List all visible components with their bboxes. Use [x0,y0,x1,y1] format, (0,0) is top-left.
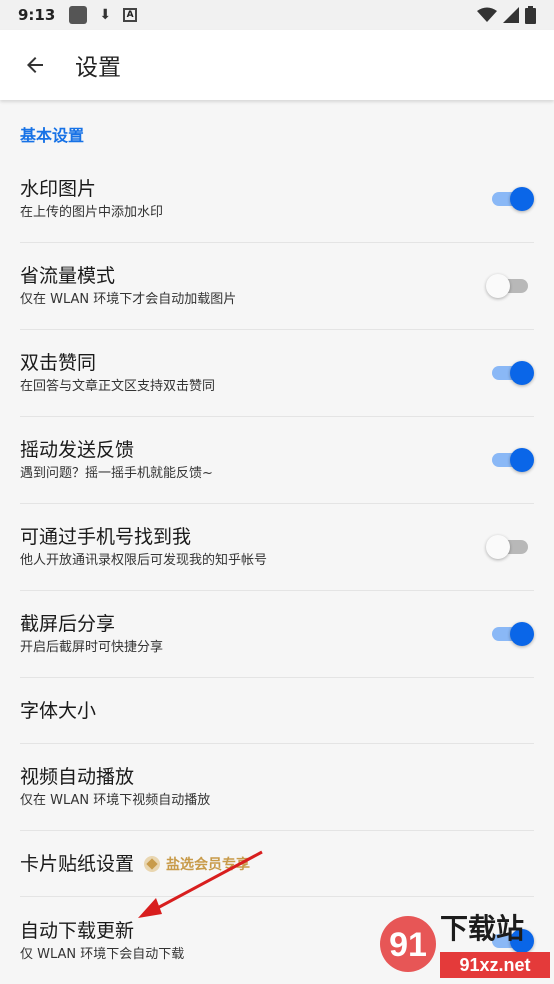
setting-card-sticker[interactable]: 卡片贴纸设置 盐选会员专享 [20,831,534,897]
setting-title: 可通过手机号找到我 [20,526,192,548]
wifi-icon [477,7,497,22]
section-header-basic: 基本设置 [20,126,85,145]
setting-shake-feedback[interactable]: 摇动发送反馈 遇到问题？摇一摇手机就能反馈~ [20,417,534,504]
setting-subtitle: 在上传的图片中添加水印 [20,205,164,220]
app-bar: 设置 [0,30,554,100]
setting-title: 卡片贴纸设置 [20,852,135,875]
setting-auto-download-update[interactable]: 自动下载更新 仅 WLAN 环境下会自动下载 [20,897,534,984]
setting-subtitle: 仅在 WLAN 环境下才会自动加载图片 [20,292,237,307]
setting-screenshot-share[interactable]: 截屏后分享 开启后截屏时可快捷分享 [20,591,534,678]
setting-title: 省流量模式 [20,265,116,287]
setting-title: 水印图片 [20,178,97,200]
download-icon: ⬇ [99,7,112,23]
setting-find-by-phone[interactable]: 可通过手机号找到我 他人开放通讯录权限后可发现我的知乎帐号 [20,504,534,591]
setting-subtitle: 仅在 WLAN 环境下视频自动播放 [20,793,211,808]
settings-list: 水印图片 在上传的图片中添加水印 省流量模式 仅在 WLAN 环境下才会自动加载… [0,156,554,984]
setting-title: 字体大小 [20,699,97,722]
screenshot-share-toggle[interactable] [488,622,534,646]
cellular-signal-icon [503,7,519,23]
vip-badge: 盐选会员专享 [144,854,250,874]
status-time: 9:13 [18,6,56,24]
setting-title: 视频自动播放 [20,766,135,788]
setting-data-saver[interactable]: 省流量模式 仅在 WLAN 环境下才会自动加载图片 [20,243,534,330]
setting-title: 摇动发送反馈 [20,439,135,461]
arrow-left-icon [27,57,43,73]
page-title: 设置 [75,55,121,81]
a-notification-icon: A [123,8,138,22]
back-button[interactable] [0,30,70,100]
auto-download-toggle[interactable] [488,928,534,953]
app-notification-icon [69,6,88,24]
setting-double-tap-upvote[interactable]: 双击赞同 在回答与文章正文区支持双击赞同 [20,330,534,417]
setting-subtitle: 他人开放通讯录权限后可发现我的知乎帐号 [20,553,268,568]
data-saver-toggle[interactable] [486,274,532,298]
setting-subtitle: 遇到问题？摇一摇手机就能反馈~ [20,466,213,481]
shake-feedback-toggle[interactable] [488,448,534,472]
find-by-phone-toggle[interactable] [486,535,532,559]
setting-title: 自动下载更新 [20,919,135,942]
battery-icon [525,6,536,24]
setting-video-autoplay[interactable]: 视频自动播放 仅在 WLAN 环境下视频自动播放 [20,744,534,831]
setting-font-size[interactable]: 字体大小 [20,678,534,744]
setting-subtitle: 开启后截屏时可快捷分享 [20,640,164,655]
status-bar: 9:13 ⬇ A [0,0,554,30]
watermark-toggle[interactable] [488,187,534,211]
double-tap-toggle[interactable] [488,361,534,385]
vip-crown-icon [144,855,161,872]
setting-title: 截屏后分享 [20,613,116,635]
setting-watermark[interactable]: 水印图片 在上传的图片中添加水印 [20,156,534,243]
setting-title: 双击赞同 [20,352,97,374]
vip-badge-label: 盐选会员专享 [166,856,251,873]
setting-subtitle: 在回答与文章正文区支持双击赞同 [20,379,216,394]
setting-subtitle: 仅 WLAN 环境下会自动下载 [20,946,185,962]
